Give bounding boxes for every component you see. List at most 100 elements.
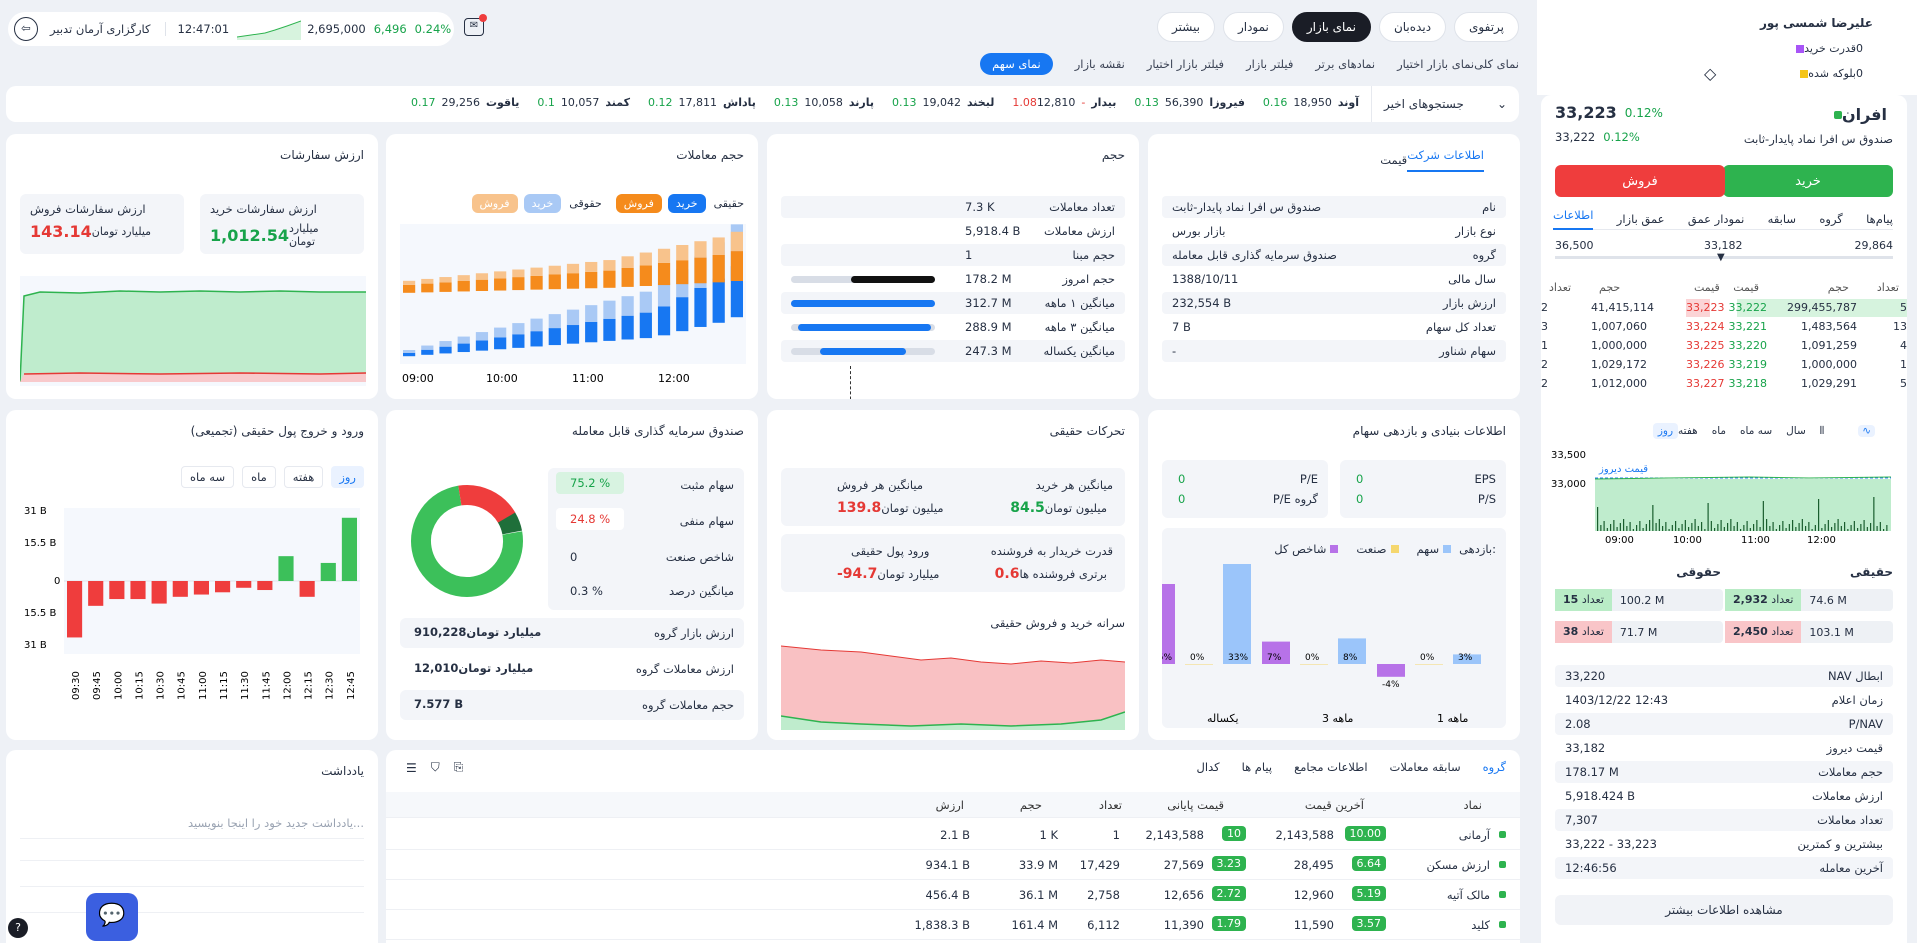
orderbook-row[interactable]: 13 1,483,564 33,221 33,224 1,007,060 3 bbox=[1541, 318, 1907, 336]
table-row[interactable]: مالک آتیه 5.19 12,960 2.72 12,656 2,758 36.1 M… bbox=[386, 880, 1520, 910]
tab-depth-chart[interactable]: نمودار عمق bbox=[1688, 212, 1744, 226]
returns-group-label: 3 ماهه bbox=[1322, 712, 1354, 725]
inflow-tab-week[interactable]: هفته bbox=[283, 466, 324, 488]
gt-last: 12,960 bbox=[1293, 888, 1334, 902]
help-icon[interactable]: ? bbox=[8, 918, 28, 938]
settings-sliders-icon[interactable]: ☰ bbox=[406, 761, 417, 775]
period-3month[interactable]: سه ماه bbox=[1740, 425, 1772, 437]
intraday-vol-bar bbox=[1821, 528, 1823, 531]
inflow-tab-day[interactable]: روز bbox=[331, 466, 364, 488]
tab-more[interactable]: بیشتر bbox=[1157, 12, 1215, 42]
order-value-card: ارزش سفارشات ارزش سفارشات خرید 1,012.54 م… bbox=[6, 134, 378, 399]
symbol-info-value: 2.08 bbox=[1565, 717, 1591, 731]
tab-portfolio[interactable]: پرتفوی bbox=[1454, 12, 1519, 42]
subtab-options[interactable]: نمای بازار اختیار bbox=[1397, 57, 1474, 71]
gt-value: 2.1 B bbox=[940, 828, 970, 842]
recent-search-item[interactable]: پارند 0.13 10,058 bbox=[774, 96, 874, 109]
recent-search-item[interactable]: فیروزا 0.13 56,390 bbox=[1134, 96, 1244, 109]
tv-legal-sell-bar bbox=[439, 277, 452, 283]
intraday-x-3: 12:00 bbox=[1807, 535, 1836, 545]
orderbook-row[interactable]: 5 1,029,291 33,218 33,227 1,012,000 2 bbox=[1541, 375, 1907, 393]
pe-value: 0 bbox=[1178, 472, 1186, 486]
inflow-x-label: 12:00 bbox=[282, 671, 293, 700]
recent-search-price: 10,058 bbox=[804, 96, 843, 109]
orderbook-row[interactable]: 5 299,455,787 33,222 33,223 41,415,114 2 bbox=[1541, 299, 1907, 317]
recent-search-price: 56,390 bbox=[1164, 96, 1204, 109]
tab-market-view[interactable]: نمای بازار bbox=[1291, 12, 1371, 42]
table-row[interactable]: آرمانی 10.00 2,143,588 10 2,143,588 1 1 K 2.1 B bbox=[386, 820, 1520, 850]
intraday-vol-bar bbox=[1655, 523, 1657, 531]
blocked-value: 0 bbox=[1856, 67, 1863, 80]
returns-box: بازدهی: سهم صنعت شاخص کل 3% 0% -4% 1 ماهه 8%… bbox=[1162, 528, 1506, 728]
recent-search-item[interactable]: پاداش 0.12 17,811 bbox=[648, 96, 756, 109]
tv-real-sell-bar bbox=[494, 278, 507, 291]
notification-icon[interactable]: ✉ bbox=[464, 14, 487, 36]
purchase-power-value: 0 bbox=[1856, 42, 1863, 55]
row-status-dot bbox=[1499, 921, 1506, 928]
tab-group[interactable]: گروه bbox=[1819, 212, 1842, 226]
period-day[interactable]: روز bbox=[1652, 423, 1679, 439]
chat-support-icon[interactable]: 💬 bbox=[86, 893, 138, 941]
subtab-symbol-view[interactable]: نمای سهم bbox=[980, 53, 1053, 75]
table-row[interactable]: ارزش مسکن 6.64 28,495 3.23 27,569 17,429 33.9 … bbox=[386, 850, 1520, 880]
export-file-icon[interactable]: ⎘ bbox=[454, 760, 464, 775]
period-week[interactable]: هفته bbox=[1678, 425, 1698, 437]
legend-legal-sell[interactable]: فروش bbox=[471, 194, 518, 213]
recent-search-dropdown[interactable]: جستجوهای اخیر ⌄ bbox=[1371, 86, 1519, 122]
recent-search-item[interactable]: بیدار-1.0812,810 bbox=[1012, 96, 1116, 109]
fund-stats: سهام مثبت 75.2 % سهام منفی 24.8 % شاخص صنع… bbox=[548, 468, 744, 610]
period-month[interactable]: ماه bbox=[1712, 425, 1726, 437]
sell-button[interactable]: فروش bbox=[1555, 165, 1725, 197]
ob-cell: 1,029,291 bbox=[1801, 377, 1857, 390]
line-chart-icon[interactable]: ∿ bbox=[1858, 425, 1875, 437]
inflow-x-label: 12:30 bbox=[325, 671, 336, 700]
symbol-info-list: 33,220 NAV ابطال 1403/12/22 12:43 زمان اعلا… bbox=[1541, 665, 1907, 885]
subtab-top[interactable]: نمادهای برتر bbox=[1315, 57, 1375, 71]
gt-last: 11,590 bbox=[1293, 918, 1334, 932]
notes-input[interactable]: یادداشت جدید خود را اینجا بنویسید... bbox=[20, 816, 364, 839]
legend-stock-dot bbox=[1443, 545, 1452, 553]
gt-tab-group[interactable]: گروه bbox=[1483, 760, 1506, 774]
tab-price[interactable]: قیمت bbox=[1380, 153, 1407, 167]
recent-search-name: پارند bbox=[848, 96, 874, 109]
more-info-button[interactable]: مشاهده اطلاعات بیشتر bbox=[1555, 895, 1893, 925]
tab-messages[interactable]: پیام‌ها bbox=[1866, 212, 1893, 226]
orderbook-row[interactable]: 1 1,000,000 33,219 33,226 1,029,172 2 bbox=[1541, 356, 1907, 374]
inflow-tab-3month[interactable]: سه ماه bbox=[180, 466, 235, 488]
gt-tab-messages[interactable]: پیام ها bbox=[1242, 760, 1273, 774]
recent-search-item[interactable]: کمند 0.1 10,057 bbox=[537, 96, 630, 109]
gt-tab-history[interactable]: سابقه معاملات bbox=[1390, 760, 1461, 774]
tab-depth[interactable]: عمق بازار bbox=[1617, 212, 1665, 226]
subtab-market-map[interactable]: نقشه بازار bbox=[1075, 57, 1125, 71]
inflow-tab-month[interactable]: ماه bbox=[242, 466, 276, 488]
buy-button[interactable]: خرید bbox=[1723, 165, 1893, 197]
diamond-icon[interactable]: ◇ bbox=[1704, 64, 1716, 83]
tab-history[interactable]: سابقه bbox=[1768, 212, 1796, 226]
ob-cell: 33,222 bbox=[1728, 301, 1768, 314]
legend-legal-buy[interactable]: خرید bbox=[523, 194, 562, 213]
recent-search-item[interactable]: لبخند 0.13 19,042 bbox=[892, 96, 994, 109]
tab-company[interactable]: اطلاعات شرکت bbox=[1407, 148, 1484, 172]
filter-icon[interactable]: ⛉ bbox=[431, 760, 440, 775]
legend-real-buy[interactable]: خرید bbox=[667, 194, 706, 213]
tab-chart[interactable]: نمودار bbox=[1222, 12, 1284, 42]
table-row[interactable]: کلید 3.57 11,590 1.79 11,390 6,112 161.4 M 1,83… bbox=[386, 910, 1520, 940]
candle-icon[interactable]: ⫴ bbox=[1820, 425, 1824, 438]
gt-tab-meetings[interactable]: اطلاعات مجامع bbox=[1294, 760, 1367, 774]
tab-watchlist[interactable]: دیده‌بان bbox=[1378, 12, 1447, 42]
recent-search-item[interactable]: یاقوت 0.17 29,256 bbox=[411, 96, 519, 109]
subtab-options-filter[interactable]: فیلتر بازار اختیار bbox=[1147, 57, 1224, 71]
orderbook-row[interactable]: 4 1,091,259 33,220 33,225 1,000,000 1 bbox=[1541, 337, 1907, 355]
period-year[interactable]: سال bbox=[1786, 425, 1806, 437]
gt-tab-codal[interactable]: کدال bbox=[1197, 760, 1220, 774]
recent-search-name: آوند bbox=[1337, 96, 1359, 109]
subtab-overview[interactable]: نمای کلی bbox=[1474, 57, 1519, 71]
subtab-filter[interactable]: فیلتر بازار bbox=[1246, 57, 1293, 71]
inflow-bar bbox=[193, 581, 209, 595]
legend-real-sell[interactable]: فروش bbox=[615, 194, 662, 213]
real-buy-vol: 74.6 M bbox=[1809, 593, 1847, 607]
recent-search-item[interactable]: آوند 0.16 18,950 bbox=[1263, 96, 1359, 109]
logout-icon[interactable]: ⇦ bbox=[14, 17, 38, 41]
gt-count: 2,758 bbox=[1087, 888, 1120, 902]
tab-info[interactable]: اطلاعات bbox=[1553, 208, 1594, 230]
